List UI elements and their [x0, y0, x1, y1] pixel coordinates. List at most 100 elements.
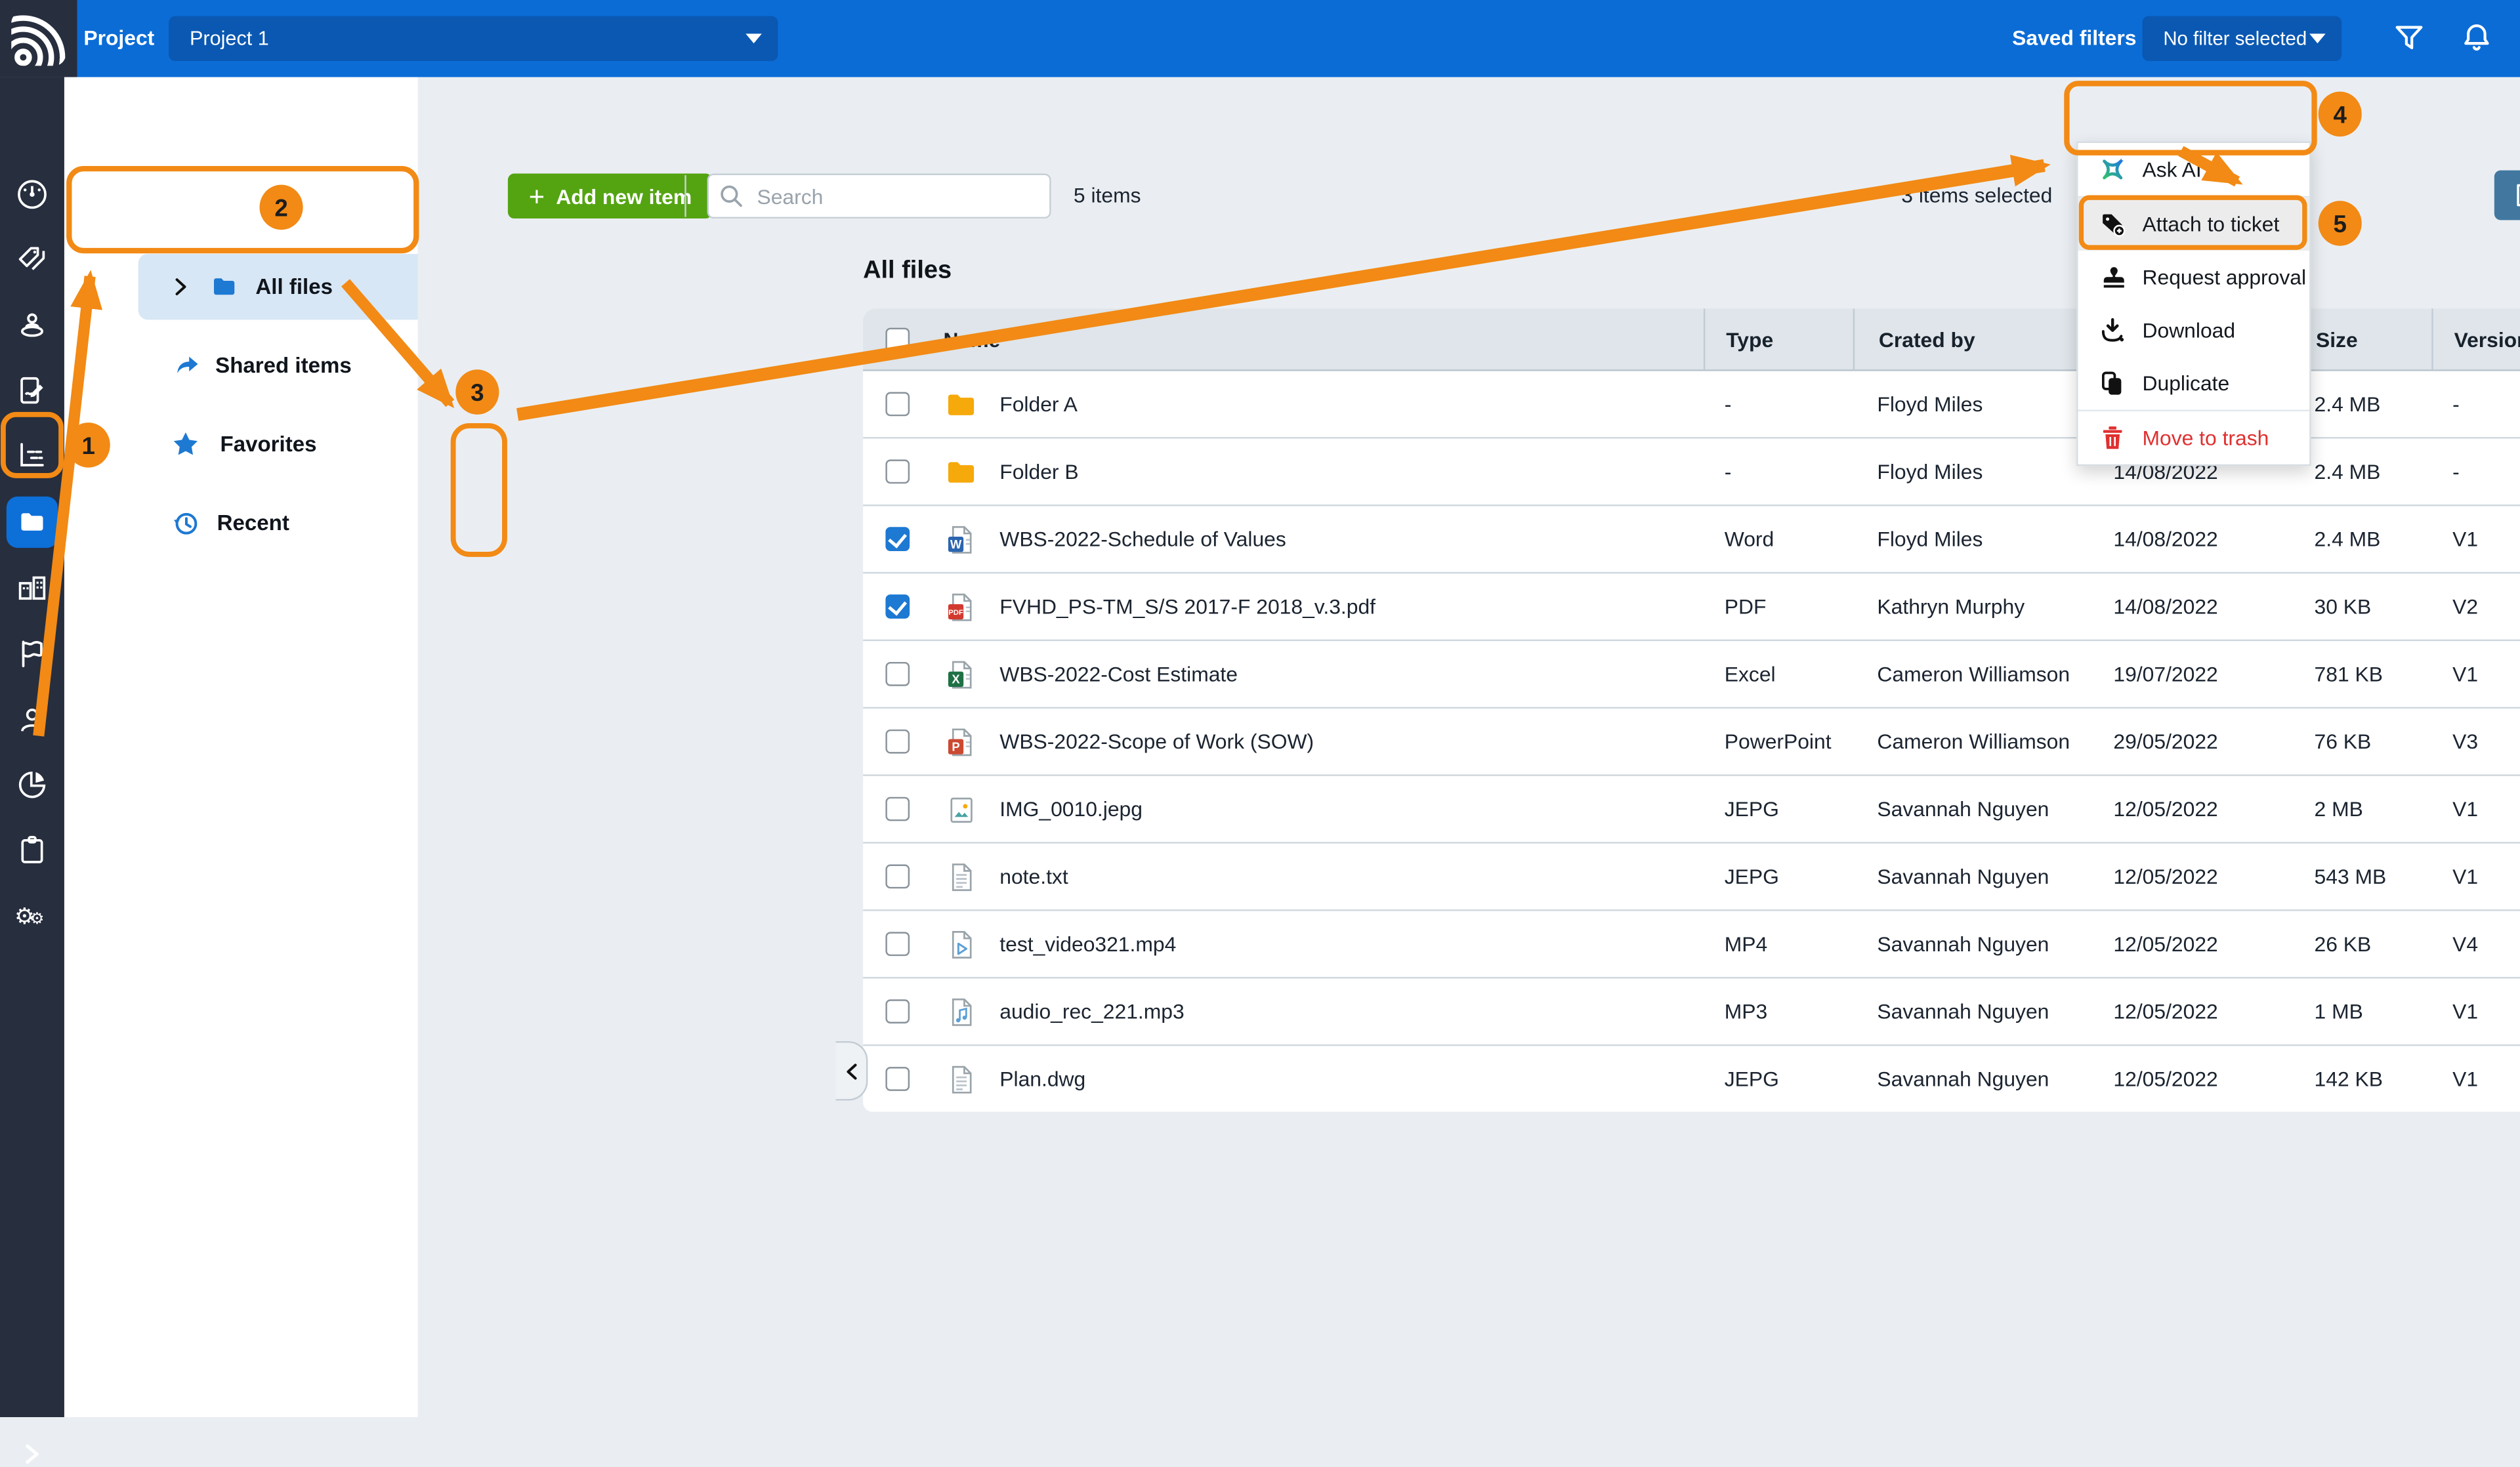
- file-type: -: [1704, 371, 1853, 437]
- pie-chart-icon[interactable]: [14, 766, 50, 802]
- created-on: 12/05/2022: [2090, 1046, 2290, 1111]
- created-on: 12/05/2022: [2090, 911, 2290, 977]
- project-select[interactable]: Project 1: [169, 16, 778, 61]
- dashboard-gauge-icon[interactable]: [14, 176, 50, 212]
- flag-icon[interactable]: [14, 636, 50, 672]
- table-row[interactable]: WBS-2022-Scope of Work (SOW) PowerPoint …: [863, 707, 2520, 775]
- file-size: 2 MB: [2290, 776, 2432, 842]
- row-checkbox[interactable]: [885, 730, 910, 754]
- menu-item[interactable]: Move to trash: [2078, 411, 2310, 465]
- table-row[interactable]: IMG_0010.jepg JEPG Savannah Nguyen 12/05…: [863, 774, 2520, 842]
- menu-item[interactable]: Download: [2078, 304, 2310, 357]
- col-name[interactable]: Name: [932, 308, 1704, 369]
- row-checkbox[interactable]: [885, 594, 910, 619]
- sidebar-item-recent[interactable]: Recent: [171, 506, 289, 538]
- buildings-icon[interactable]: [14, 570, 50, 606]
- table-row[interactable]: audio_rec_221.mp3 MP3 Savannah Nguyen 12…: [863, 977, 2520, 1044]
- search-input[interactable]: [707, 173, 1051, 218]
- user-icon[interactable]: [14, 702, 50, 737]
- menu-item[interactable]: Duplicate: [2078, 357, 2310, 410]
- file-type-icon: [945, 388, 977, 420]
- settings-gears-icon[interactable]: ⚙⚙: [14, 898, 50, 934]
- menu-item-icon: [2099, 156, 2126, 184]
- row-checkbox[interactable]: [885, 527, 910, 551]
- tags-icon[interactable]: [14, 243, 50, 278]
- toolbar-divider: [684, 175, 686, 217]
- clipboard-icon[interactable]: [14, 833, 50, 868]
- created-on: 19/07/2022: [2090, 641, 2290, 707]
- file-version: V3: [2431, 709, 2520, 774]
- filter-funnel-icon[interactable]: [2391, 21, 2427, 56]
- file-type: JEPG: [1704, 1046, 1853, 1111]
- rail-expand-chevron-icon[interactable]: [19, 1441, 45, 1467]
- table-row[interactable]: test_video321.mp4 MP4 Savannah Nguyen 12…: [863, 909, 2520, 977]
- file-name: WBS-2022-Cost Estimate: [999, 662, 1238, 686]
- row-checkbox[interactable]: [885, 797, 910, 821]
- file-type-icon: [945, 658, 977, 690]
- add-new-item-button[interactable]: + Add new item: [508, 173, 713, 218]
- file-type: MP4: [1704, 911, 1853, 977]
- file-type: JEPG: [1704, 844, 1853, 909]
- created-by: Savannah Nguyen: [1853, 1046, 2090, 1111]
- file-version: -: [2431, 371, 2520, 437]
- file-size: 781 KB: [2290, 641, 2432, 707]
- created-on: 12/05/2022: [2090, 776, 2290, 842]
- sidebar-collapse-handle[interactable]: [835, 1041, 868, 1101]
- selected-count: 3 items selected: [1901, 173, 2052, 218]
- table-row[interactable]: note.txt JEPG Savannah Nguyen 12/05/2022…: [863, 842, 2520, 909]
- person-pin-icon[interactable]: [14, 307, 50, 342]
- file-size: 76 KB: [2290, 709, 2432, 774]
- table-body: Folder A - Floyd Miles 14/08/2022 2.4 MB…: [863, 371, 2520, 1112]
- sidebar-item-shared-items[interactable]: Shared items: [171, 348, 352, 381]
- document-edit-icon[interactable]: [14, 373, 50, 408]
- chart-gantt-icon[interactable]: [14, 437, 50, 472]
- bell-icon[interactable]: [2459, 21, 2494, 56]
- bulk-actions-button[interactable]: Bulk actions: [2494, 171, 2520, 220]
- folder-icon: [18, 508, 47, 537]
- menu-item-icon: [2099, 369, 2126, 397]
- star-icon: [171, 428, 201, 459]
- sidebar-item-favorites[interactable]: Favorites: [171, 427, 317, 459]
- col-created-by[interactable]: Crated by: [1853, 308, 2090, 369]
- top-bar: Project Project 1 Saved filters No filte…: [0, 0, 2520, 77]
- menu-item[interactable]: Request approval: [2078, 251, 2310, 304]
- menu-item-label: Duplicate: [2142, 371, 2229, 396]
- table-row[interactable]: WBS-2022-Cost Estimate Excel Cameron Wil…: [863, 640, 2520, 707]
- bulk-actions-menu: Ask AI Attach to ticket Request approval…: [2076, 142, 2311, 466]
- file-type: JEPG: [1704, 776, 1853, 842]
- app-logo[interactable]: [0, 0, 77, 77]
- share-icon: [171, 350, 201, 381]
- menu-item[interactable]: Ask AI: [2078, 143, 2310, 196]
- menu-item[interactable]: Attach to ticket: [2078, 197, 2310, 251]
- saved-filter-select[interactable]: No filter selected: [2142, 16, 2342, 61]
- row-checkbox[interactable]: [885, 1067, 910, 1091]
- bulk-actions-icon: [2512, 182, 2520, 209]
- row-checkbox[interactable]: [885, 392, 910, 417]
- col-size[interactable]: Size: [2290, 308, 2432, 369]
- created-on: 14/08/2022: [2090, 573, 2290, 639]
- row-checkbox[interactable]: [885, 932, 910, 956]
- file-type-icon: [945, 793, 977, 825]
- table-row[interactable]: WBS-2022-Schedule of Values Word Floyd M…: [863, 505, 2520, 572]
- select-all-checkbox[interactable]: [885, 327, 910, 351]
- saved-filter-select-value: No filter selected: [2163, 28, 2309, 50]
- row-checkbox[interactable]: [885, 459, 910, 484]
- file-size: 142 KB: [2290, 1046, 2432, 1111]
- row-checkbox[interactable]: [885, 999, 910, 1023]
- col-version[interactable]: Version: [2431, 308, 2520, 369]
- folder-icon: [211, 273, 238, 300]
- file-name: Folder B: [999, 459, 1078, 484]
- sidebar-item-files-active[interactable]: [7, 497, 58, 548]
- logo-swirl-icon: [11, 11, 66, 66]
- menu-item-icon: [2099, 424, 2126, 452]
- table-row[interactable]: Plan.dwg JEPG Savannah Nguyen 12/05/2022…: [863, 1044, 2520, 1112]
- file-type-icon: [945, 455, 977, 487]
- created-by: Savannah Nguyen: [1853, 911, 2090, 977]
- row-checkbox[interactable]: [885, 662, 910, 686]
- created-by: Kathryn Murphy: [1853, 573, 2090, 639]
- table-row[interactable]: FVHD_PS-TM_S/S 2017-F 2018_v.3.pdf PDF K…: [863, 572, 2520, 640]
- file-name: Plan.dwg: [999, 1067, 1085, 1091]
- row-checkbox[interactable]: [885, 865, 910, 889]
- file-size: 26 KB: [2290, 911, 2432, 977]
- col-type[interactable]: Type: [1704, 308, 1853, 369]
